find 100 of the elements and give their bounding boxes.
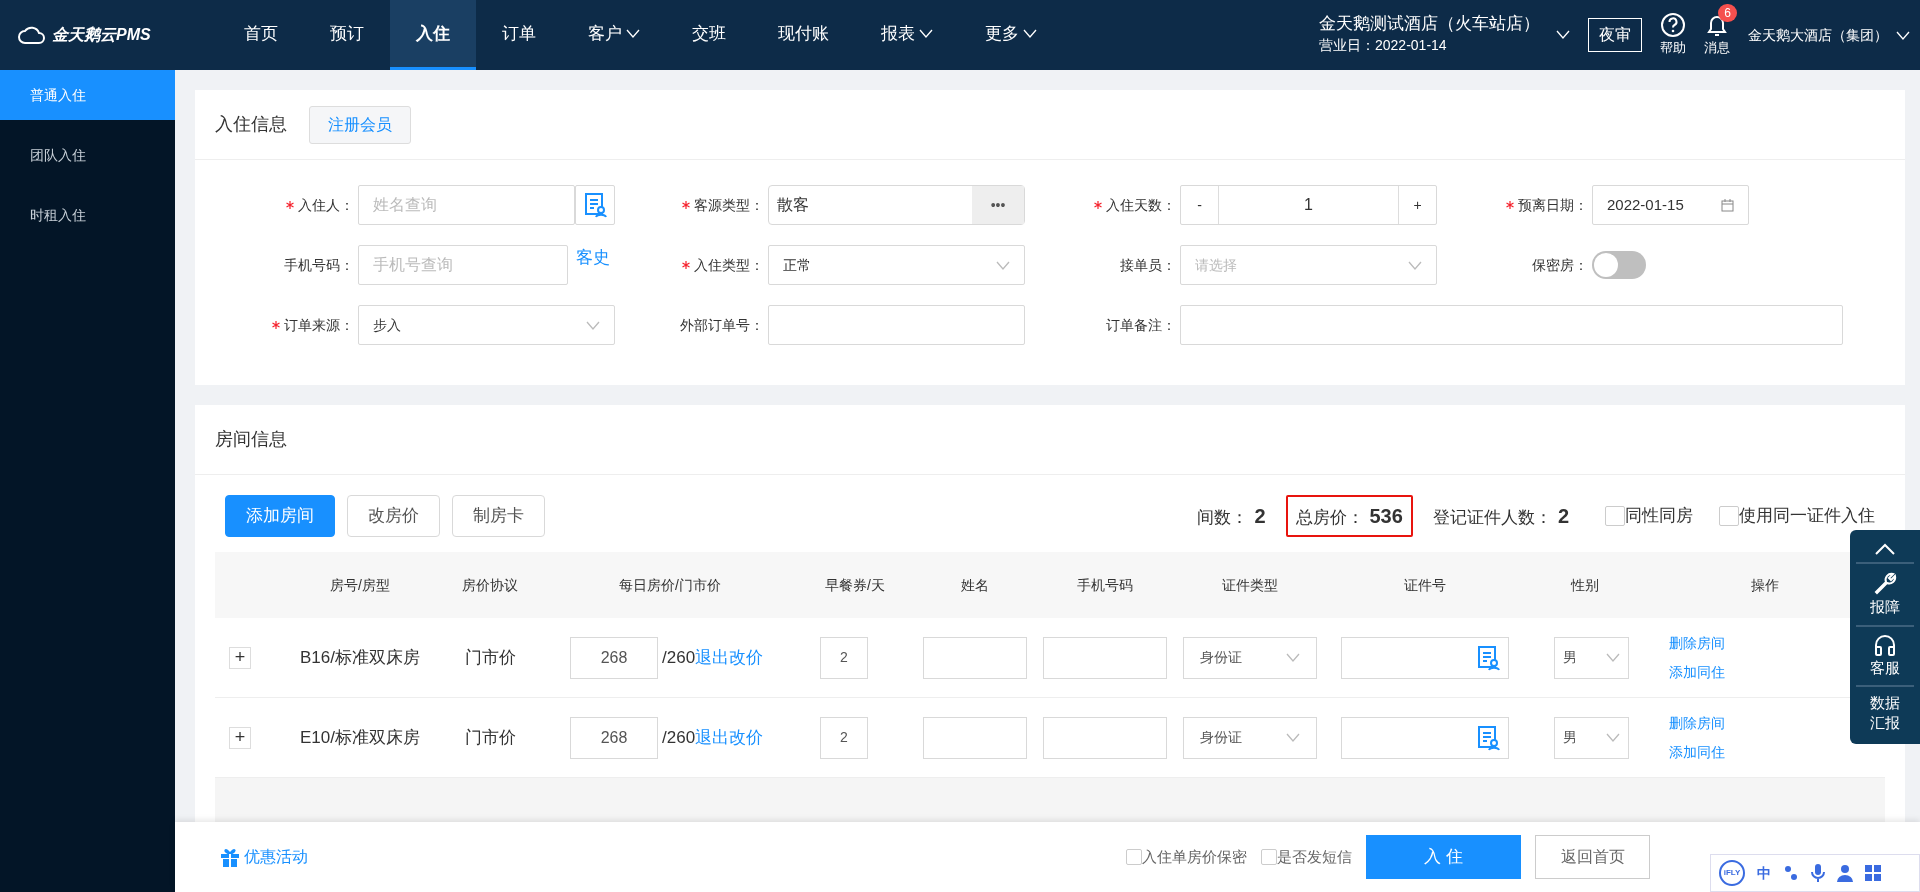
night-audit-button[interactable]: 夜审 — [1588, 18, 1642, 52]
microphone-icon[interactable] — [1811, 863, 1825, 883]
gift-icon — [220, 847, 240, 867]
back-home-button[interactable]: 返回首页 — [1535, 835, 1650, 879]
chevron-down-icon — [1606, 733, 1620, 742]
report-fault-link[interactable]: 报障 — [1870, 596, 1900, 619]
ime-logo[interactable]: iFLY — [1719, 860, 1745, 886]
checkbox-label[interactable]: 是否发短信 — [1277, 845, 1352, 869]
wrench-icon[interactable] — [1872, 570, 1898, 596]
text-field[interactable] — [768, 305, 1025, 345]
chevron-up-icon[interactable] — [1874, 542, 1896, 556]
cloud-icon — [18, 26, 46, 44]
help-label[interactable]: 帮助 — [1660, 38, 1686, 58]
room-action-button[interactable]: 制房卡 — [452, 495, 545, 537]
chevron-down-icon — [1896, 30, 1910, 40]
id-number-field[interactable] — [1341, 636, 1509, 679]
field-label: 订单备注： — [1106, 315, 1176, 335]
field-label: 外部订单号： — [680, 315, 764, 335]
nav-tab[interactable]: 首页 — [218, 0, 304, 70]
headset-icon[interactable] — [1873, 632, 1897, 657]
chevron-down-icon — [1286, 733, 1300, 742]
remark-field[interactable] — [1180, 305, 1843, 345]
help-icon[interactable] — [1660, 12, 1686, 39]
nav-tab[interactable]: 客户 — [562, 0, 666, 70]
days-stepper[interactable]: - 1 + — [1180, 185, 1437, 225]
grid-icon[interactable] — [1865, 865, 1881, 881]
id-card-button[interactable] — [575, 185, 615, 225]
price-field[interactable]: 268 — [570, 716, 658, 759]
expand-button[interactable]: + — [229, 646, 251, 669]
source-type-field[interactable]: 散客 ••• — [768, 185, 1025, 225]
field-label: 预离日期： — [1518, 195, 1588, 215]
name-field[interactable] — [923, 716, 1027, 759]
chevron-down-icon — [1286, 653, 1300, 662]
column-header: 证件号 — [1403, 575, 1447, 595]
agreement-cell-text: 门市价 — [463, 646, 517, 669]
toggle-switch[interactable] — [1592, 251, 1646, 279]
checkbox-label[interactable]: 使用同一证件入住 — [1739, 503, 1875, 529]
field-label: 入住天数： — [1106, 195, 1176, 215]
checkbox[interactable] — [1605, 506, 1625, 526]
id-card-icon[interactable] — [1476, 724, 1500, 751]
column-header: 每日房价/门市价 — [618, 575, 722, 595]
checkbox[interactable] — [1126, 849, 1142, 865]
business-date: 营业日：2022-01-14 — [1319, 35, 1448, 55]
column-header: 早餐券/天 — [824, 575, 886, 595]
sidebar-item[interactable]: 团队入住 — [0, 130, 175, 180]
user-icon[interactable] — [1837, 864, 1853, 882]
ime-mode[interactable]: 中 — [1757, 862, 1771, 884]
chevron-down-icon — [1606, 653, 1620, 662]
nav-tab[interactable]: 订单 — [476, 0, 562, 70]
hotel-name[interactable]: 金天鹅测试酒店（火车站店） — [1319, 14, 1540, 35]
nav-tab[interactable]: 交班 — [666, 0, 752, 70]
name-search-field[interactable]: 姓名查询 — [358, 185, 575, 225]
field-label: 手机号码： — [284, 255, 354, 275]
gender-select[interactable]: 男 — [1554, 636, 1629, 679]
message-count-badge: 6 — [1718, 4, 1737, 23]
rack-price: /260 — [662, 646, 696, 669]
name-field[interactable] — [923, 636, 1027, 679]
nav-tab[interactable]: 现付账 — [752, 0, 855, 70]
chevron-down-icon — [1556, 30, 1570, 40]
chevron-down-icon — [1408, 260, 1422, 270]
messages-label[interactable]: 消息 — [1704, 38, 1730, 58]
id-number-field[interactable] — [1341, 716, 1509, 759]
select-field[interactable]: 步入 — [358, 305, 615, 345]
checkbox[interactable] — [1719, 506, 1739, 526]
chevron-down-icon — [996, 260, 1010, 270]
column-header: 房号/房型 — [329, 575, 391, 595]
breakfast-field[interactable]: 2 — [820, 636, 868, 679]
breakfast-field[interactable]: 2 — [820, 716, 868, 759]
column-header: 房价协议 — [461, 575, 519, 595]
select-field[interactable]: 正常 — [768, 245, 1025, 285]
punctuation-icon[interactable] — [1783, 864, 1799, 882]
id-type-select[interactable]: 身份证 — [1183, 636, 1317, 679]
checkbox-label[interactable]: 入住单房价保密 — [1142, 845, 1247, 869]
checkbox[interactable] — [1261, 849, 1277, 865]
data-report-link[interactable]: 数据汇报 — [1869, 693, 1901, 732]
nav-tab[interactable]: 报表 — [855, 0, 959, 70]
nav-tab[interactable]: 预订 — [304, 0, 390, 70]
id-type-select[interactable]: 身份证 — [1183, 716, 1317, 759]
price-field[interactable]: 268 — [570, 636, 658, 679]
field-label: 入住类型： — [694, 255, 764, 275]
phone-field[interactable] — [1043, 636, 1167, 679]
column-header: 证件类型 — [1221, 575, 1279, 595]
account-name[interactable]: 金天鹅大酒店（集团） — [1748, 24, 1888, 46]
departure-date-field[interactable]: 2022-01-15 — [1592, 185, 1749, 225]
id-card-icon[interactable] — [1476, 644, 1500, 671]
column-header: 操作 — [1750, 575, 1780, 595]
phone-field[interactable] — [1043, 716, 1167, 759]
nav-tab[interactable]: 更多 — [959, 0, 1063, 70]
sidebar-item[interactable]: 时租入住 — [0, 190, 175, 240]
checkbox-label[interactable]: 同性同房 — [1625, 503, 1693, 529]
nav-tab[interactable]: 入住 — [390, 0, 476, 70]
gender-select[interactable]: 男 — [1554, 716, 1629, 759]
section-title: 房间信息 — [215, 428, 287, 451]
customer-service-link[interactable]: 客服 — [1870, 656, 1900, 679]
phone-search-field[interactable]: 手机号查询 — [358, 245, 568, 285]
room-action-button[interactable]: 改房价 — [347, 495, 440, 537]
id-card-icon — [583, 192, 607, 218]
column-header: 手机号码 — [1076, 575, 1134, 595]
expand-button[interactable]: + — [229, 726, 251, 749]
column-header: 性别 — [1569, 575, 1600, 595]
